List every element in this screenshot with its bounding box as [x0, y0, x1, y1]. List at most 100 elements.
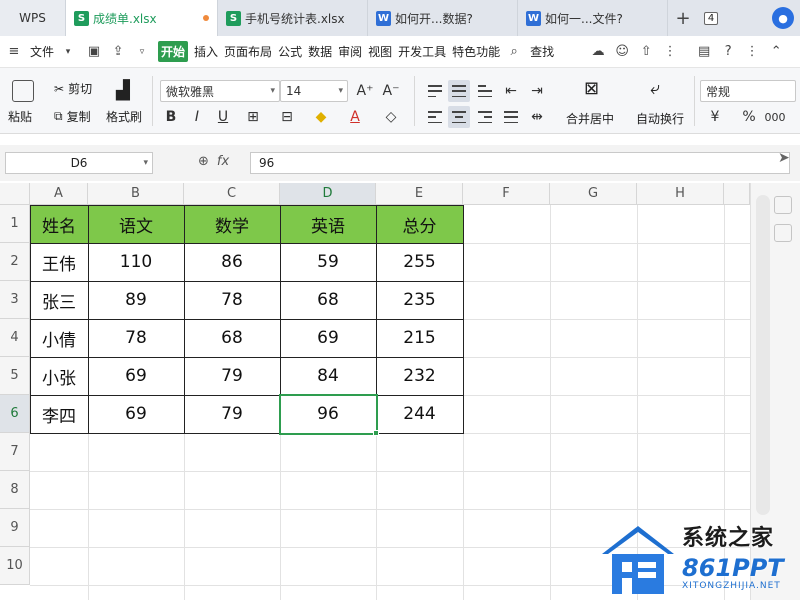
percent-button[interactable]: % [738, 106, 760, 128]
menu-formula[interactable]: 公式 [278, 43, 302, 60]
border-button[interactable]: ⊞ [242, 106, 264, 128]
table-cell[interactable]: 79 [184, 395, 280, 433]
bold-button[interactable]: B [160, 106, 182, 128]
number-format-select[interactable]: 常规 [700, 80, 796, 102]
menu-features[interactable]: 特色功能 [452, 43, 500, 60]
underline-button[interactable]: U [212, 106, 234, 128]
table-cell[interactable]: 小倩 [30, 319, 88, 357]
column-header[interactable]: F [463, 183, 550, 205]
row-header[interactable]: 1 [0, 205, 30, 243]
select-all-corner[interactable] [0, 183, 30, 205]
row-header[interactable]: 9 [0, 509, 30, 547]
table-cell[interactable]: 张三 [30, 281, 88, 319]
row-header[interactable]: 6 [0, 395, 30, 433]
table-cell[interactable]: 110 [88, 243, 184, 281]
table-cell[interactable]: 78 [184, 281, 280, 319]
share-icon[interactable]: ⇧ [638, 44, 654, 60]
tab-phone-stats[interactable]: S 手机号统计表.xlsx [218, 0, 368, 36]
decrease-indent-button[interactable]: ⇤ [500, 80, 522, 102]
save-icon[interactable]: ▣ [86, 44, 102, 60]
new-tab-button[interactable]: + [668, 0, 698, 36]
table-cell[interactable]: 69 [88, 357, 184, 395]
decrease-font-button[interactable]: A⁻ [380, 80, 402, 102]
table-cell[interactable]: 86 [184, 243, 280, 281]
vertical-scrollbar[interactable] [756, 195, 770, 515]
merge-center-label[interactable]: 合并居中 [566, 110, 614, 127]
menu-developer[interactable]: 开发工具 [398, 43, 446, 60]
row-header[interactable]: 2 [0, 243, 30, 281]
table-cell[interactable]: 69 [88, 395, 184, 433]
table-cell[interactable]: 232 [376, 357, 463, 395]
column-header[interactable]: C [184, 183, 280, 205]
font-name-select[interactable]: 微软雅黑 ▾ [160, 80, 280, 102]
increase-font-button[interactable]: A⁺ [354, 80, 376, 102]
menu-insert[interactable]: 插入 [194, 43, 218, 60]
avatar[interactable]: ● [772, 7, 794, 29]
collapse-ribbon-icon[interactable]: ⌃ [768, 44, 784, 60]
chevron-down-icon[interactable]: ▾ [60, 44, 76, 60]
paste-label[interactable]: 粘贴 [8, 108, 32, 125]
table-cell[interactable]: 王伟 [30, 243, 88, 281]
thousands-button[interactable]: 000 [764, 106, 786, 128]
column-header[interactable]: D [280, 183, 376, 205]
table-cell[interactable]: 李四 [30, 395, 88, 433]
tab-score-sheet[interactable]: S 成绩单.xlsx [66, 0, 218, 36]
more-down-icon[interactable]: ▿ [134, 44, 150, 60]
fill-color-button[interactable]: ◆ [310, 106, 332, 128]
table-cell[interactable]: 215 [376, 319, 463, 357]
align-center-button[interactable] [448, 106, 470, 128]
column-header-partial[interactable] [724, 183, 750, 205]
merge-center-button[interactable]: ⊠ [584, 78, 599, 99]
table-cell[interactable]: 小张 [30, 357, 88, 395]
search-icon[interactable]: ⌕ [506, 44, 522, 60]
wrap-text-button[interactable]: ⤶ [650, 78, 660, 99]
cloud-sync-icon[interactable]: ☁ [590, 44, 606, 60]
column-header[interactable]: H [637, 183, 724, 205]
zoom-icon[interactable]: ⊕ [198, 154, 209, 169]
formula-input[interactable]: 96 [250, 152, 790, 174]
copy-button[interactable]: ⧉ 复制 [54, 108, 91, 125]
justify-button[interactable] [500, 106, 522, 128]
table-cell[interactable]: 68 [280, 281, 376, 319]
cut-button[interactable]: ✂ 剪切 [54, 80, 92, 97]
table-cell[interactable]: 69 [280, 319, 376, 357]
column-header[interactable]: G [550, 183, 637, 205]
export-icon[interactable]: ⇪ [110, 44, 126, 60]
wps-home-tab[interactable]: WPS [0, 0, 66, 36]
align-top-button[interactable] [424, 80, 446, 102]
table-cell[interactable]: 78 [88, 319, 184, 357]
layout-icon[interactable]: ▤ [696, 44, 712, 60]
table-cell[interactable]: 59 [280, 243, 376, 281]
table-cell[interactable]: 244 [376, 395, 463, 433]
row-header[interactable]: 4 [0, 319, 30, 357]
column-header[interactable]: B [88, 183, 184, 205]
column-header[interactable]: A [30, 183, 88, 205]
collaborate-icon[interactable]: ☺ [614, 44, 630, 60]
table-header-cell[interactable]: 英语 [280, 205, 376, 243]
row-header[interactable]: 10 [0, 547, 30, 585]
menu-page-layout[interactable]: 页面布局 [224, 43, 272, 60]
align-middle-button[interactable] [448, 80, 470, 102]
menu-file[interactable]: 文件 [30, 43, 54, 60]
fx-icon[interactable]: fx [217, 154, 229, 169]
format-painter-label[interactable]: 格式刷 [106, 108, 142, 125]
align-bottom-button[interactable] [474, 80, 496, 102]
clear-button[interactable]: ◇ [380, 106, 402, 128]
align-left-button[interactable] [424, 106, 446, 128]
font-size-select[interactable]: 14 ▾ [280, 80, 348, 102]
align-right-button[interactable] [474, 106, 496, 128]
currency-button[interactable]: ¥ [704, 106, 726, 128]
menu-view[interactable]: 视图 [368, 43, 392, 60]
font-color-button[interactable]: A [344, 106, 366, 128]
menu-search[interactable]: 查找 [530, 43, 554, 60]
table-cell[interactable]: 89 [88, 281, 184, 319]
help-icon[interactable]: ? [720, 44, 736, 60]
wrap-text-label[interactable]: 自动换行 [636, 110, 684, 127]
more-options-icon[interactable]: ⋮ [744, 44, 760, 60]
distributed-button[interactable]: ⇹ [526, 106, 548, 128]
table-cell[interactable]: 84 [280, 357, 376, 395]
more-icon[interactable]: ⋮ [662, 44, 678, 60]
row-header[interactable]: 5 [0, 357, 30, 395]
table-header-cell[interactable]: 总分 [376, 205, 463, 243]
menu-start[interactable]: 开始 [158, 41, 189, 62]
